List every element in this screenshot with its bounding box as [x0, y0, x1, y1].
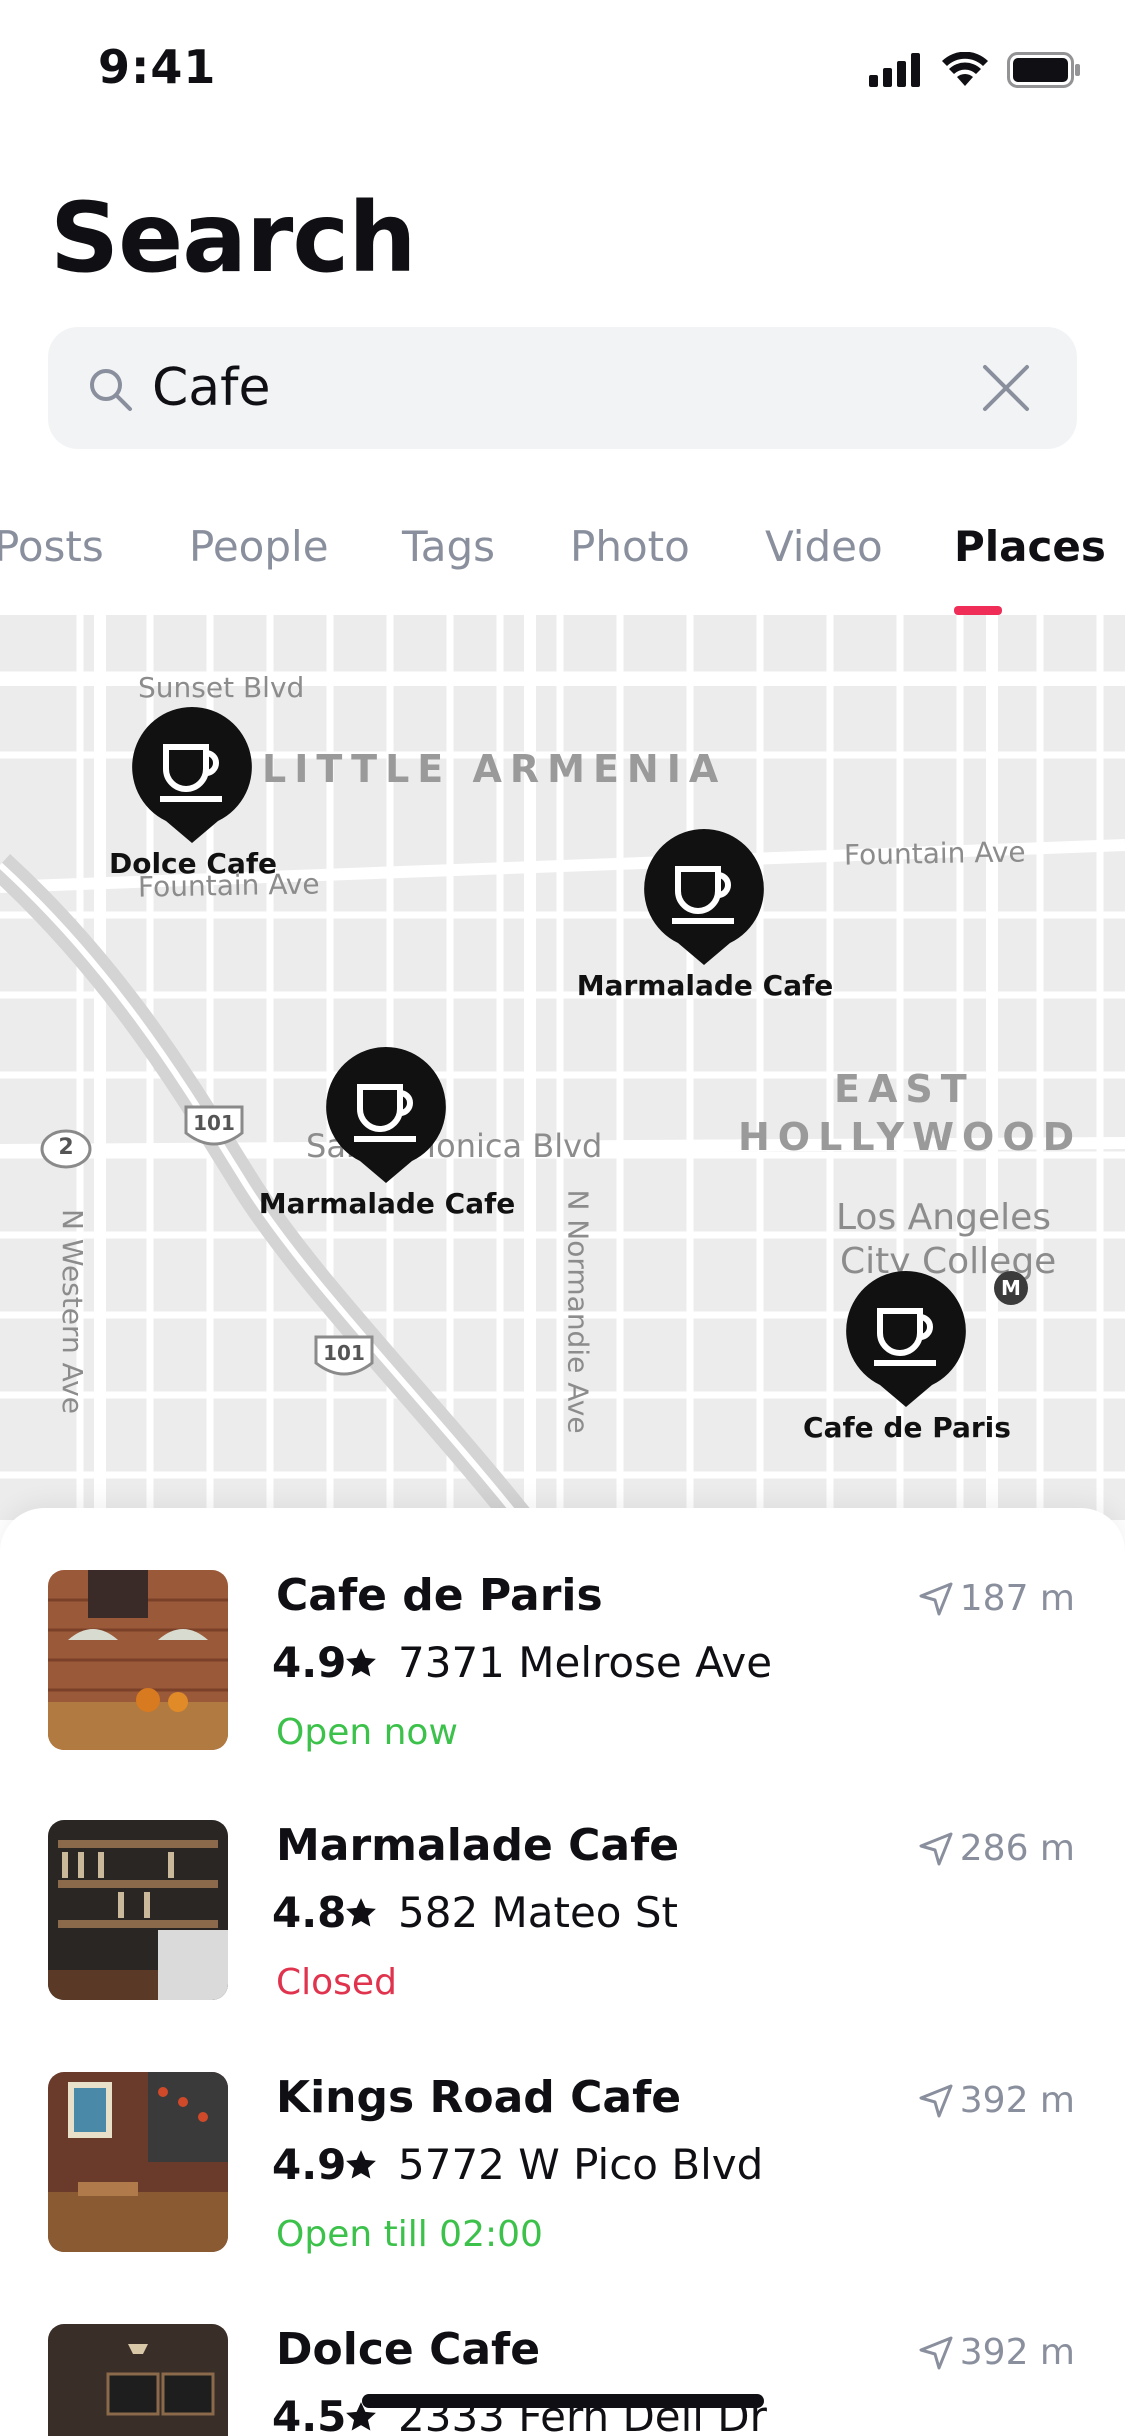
place-name: Dolce Cafe [276, 2324, 541, 2375]
map-pin-marmalade-cafe[interactable] [324, 1045, 448, 1185]
map-pin-label: Cafe de Paris [803, 1411, 1011, 1444]
map-pin-label: Marmalade Cafe [576, 969, 834, 1002]
place-status: Open now [276, 1712, 458, 1753]
place-rating: 4.9 [272, 1638, 347, 1687]
active-tab-indicator [954, 606, 1002, 615]
navigation-arrow-icon [919, 2084, 953, 2118]
highway-shield-icon: 101 [182, 1103, 246, 1155]
place-status: Closed [276, 1962, 397, 2003]
list-item[interactable]: Kings Road Cafe 4.9 5772 W Pico Blvd Ope… [0, 2072, 1125, 2292]
place-distance: 286 m [959, 1828, 1075, 1869]
place-address: 5772 W Pico Blvd [398, 2140, 764, 2189]
place-address: 582 Mateo St [398, 1888, 678, 1937]
status-time: 9:41 [98, 40, 217, 94]
page-title: Search [50, 182, 417, 294]
tab-posts[interactable]: Posts [0, 522, 104, 571]
place-name: Kings Road Cafe [276, 2072, 682, 2123]
tab-video[interactable]: Video [765, 522, 883, 571]
place-photo [48, 2072, 228, 2252]
place-distance: 392 m [959, 2332, 1075, 2373]
map-pin-label: Marmalade Cafe [258, 1187, 516, 1220]
navigation-arrow-icon [919, 2336, 953, 2370]
street-label: Fountain Ave [843, 835, 1026, 872]
wifi-icon [942, 52, 988, 86]
map-pin-dolce-cafe[interactable] [130, 705, 254, 845]
results-sheet: Cafe de Paris 4.9 7371 Melrose Ave Open … [0, 1508, 1125, 2436]
place-distance: 187 m [959, 1578, 1075, 1619]
search-bar [48, 327, 1077, 449]
place-name: Cafe de Paris [276, 1570, 603, 1621]
status-bar: 9:41 [0, 0, 1125, 140]
map-pin-icon [326, 1047, 446, 1183]
search-icon [90, 369, 132, 411]
district-label: EAST [834, 1067, 975, 1111]
map-pin-icon [644, 829, 764, 965]
place-rating: 4.5 [272, 2392, 347, 2436]
shield-number: 101 [323, 1341, 365, 1365]
tab-people[interactable]: People [189, 522, 329, 571]
shield-number: 2 [58, 1135, 74, 1160]
tab-places[interactable]: Places [954, 522, 1106, 571]
place-photo [48, 1820, 228, 2000]
shield-number: 101 [193, 1111, 235, 1135]
navigation-arrow-icon [919, 1582, 953, 1616]
place-distance: 392 m [959, 2080, 1075, 2121]
star-icon [346, 1898, 376, 1927]
highway-shield-icon: 101 [312, 1333, 376, 1385]
route-shield-icon: 2 [40, 1129, 92, 1173]
map-pin-icon [846, 1271, 966, 1407]
district-label: HOLLYWOOD [738, 1115, 1083, 1159]
place-name: Marmalade Cafe [276, 1820, 680, 1871]
map-view[interactable]: Sunset Blvd Fountain Ave Fountain Ave Sa… [0, 615, 1125, 1520]
map-pin-cafe-de-paris[interactable] [844, 1269, 968, 1409]
place-status: Open till 02:00 [276, 2214, 543, 2255]
map-pin-icon [132, 707, 252, 843]
landmark-label: Los Angeles [836, 1197, 1051, 1238]
navigation-arrow-icon [919, 1832, 953, 1866]
list-item[interactable]: Marmalade Cafe 4.8 582 Mateo St Closed 2… [0, 1820, 1125, 2040]
district-label: LITTLE ARMENIA [262, 747, 727, 791]
street-label: N Western Ave [55, 1209, 89, 1414]
search-input[interactable] [152, 351, 972, 425]
status-icons [869, 50, 1081, 90]
signal-icon [869, 53, 920, 87]
metro-icon[interactable]: M [994, 1271, 1028, 1305]
star-icon [346, 2150, 376, 2179]
place-address: 7371 Melrose Ave [398, 1638, 773, 1687]
battery-icon [1007, 52, 1080, 88]
place-rating: 4.9 [272, 2140, 347, 2189]
list-item[interactable]: Cafe de Paris 4.9 7371 Melrose Ave Open … [0, 1570, 1125, 1790]
list-item[interactable]: Dolce Cafe 4.5 2333 Fern Dell Dr 392 m [0, 2324, 1125, 2436]
place-rating: 4.8 [272, 1888, 347, 1937]
place-photo [48, 1570, 228, 1750]
home-indicator[interactable] [362, 2394, 764, 2408]
search-tabs: Posts People Tags Photo Video Places [0, 500, 1125, 615]
street-label: N Normandie Ave [561, 1189, 595, 1434]
map-pin-marmalade-cafe[interactable] [642, 827, 766, 967]
clear-search-icon[interactable] [981, 363, 1031, 413]
place-photo [48, 2324, 228, 2436]
tab-tags[interactable]: Tags [402, 522, 495, 571]
tab-photo[interactable]: Photo [570, 522, 690, 571]
street-label: Sunset Blvd [138, 671, 305, 704]
map-pin-label: Dolce Cafe [108, 847, 278, 880]
star-icon [346, 1648, 376, 1677]
